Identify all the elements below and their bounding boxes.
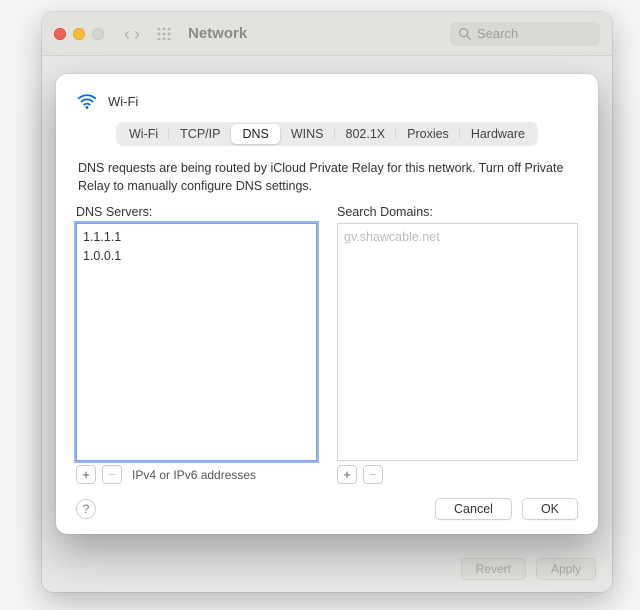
domain-remove-button: − bbox=[363, 465, 383, 484]
nav-arrows: ‹ › bbox=[124, 25, 140, 43]
tab-bar: Wi-FiTCP/IPDNSWINS802.1XProxiesHardware bbox=[76, 122, 578, 146]
tab-8021x[interactable]: 802.1X bbox=[335, 124, 397, 144]
back-button[interactable]: ‹ bbox=[124, 25, 130, 43]
minimize-icon[interactable] bbox=[73, 28, 85, 40]
tab-wins[interactable]: WINS bbox=[280, 124, 335, 144]
dns-remove-button: − bbox=[102, 465, 122, 484]
apps-grid-icon[interactable] bbox=[156, 26, 172, 42]
private-relay-notice: DNS requests are being routed by iCloud … bbox=[78, 160, 576, 195]
window-title: Network bbox=[188, 25, 247, 42]
search-domains-column: Search Domains: gv.shawcable.net + − bbox=[337, 205, 578, 484]
sheet-header: Wi-Fi bbox=[76, 90, 578, 112]
tab-wifi[interactable]: Wi-Fi bbox=[118, 124, 169, 144]
dns-servers-list[interactable]: 1.1.1.11.0.0.1 bbox=[76, 223, 317, 461]
forward-button: › bbox=[134, 25, 140, 43]
search-icon bbox=[458, 27, 471, 40]
search-domain-placeholder: gv.shawcable.net bbox=[344, 228, 571, 247]
close-icon[interactable] bbox=[54, 28, 66, 40]
tab-proxies[interactable]: Proxies bbox=[396, 124, 460, 144]
wifi-icon bbox=[76, 90, 98, 112]
revert-button: Revert bbox=[461, 558, 526, 580]
search-domains-label: Search Domains: bbox=[337, 205, 578, 219]
tab-hardware[interactable]: Hardware bbox=[460, 124, 536, 144]
dns-add-button[interactable]: + bbox=[76, 465, 96, 484]
help-button[interactable]: ? bbox=[76, 499, 96, 519]
dns-servers-column: DNS Servers: 1.1.1.11.0.0.1 + − IPv4 or … bbox=[76, 205, 317, 484]
ok-button[interactable]: OK bbox=[522, 498, 578, 520]
search-domains-list[interactable]: gv.shawcable.net bbox=[337, 223, 578, 461]
network-advanced-sheet: Wi-Fi Wi-FiTCP/IPDNSWINS802.1XProxiesHar… bbox=[56, 74, 598, 534]
cancel-button[interactable]: Cancel bbox=[435, 498, 512, 520]
window-footer: Revert Apply bbox=[461, 558, 596, 580]
apply-button: Apply bbox=[536, 558, 596, 580]
domain-add-button[interactable]: + bbox=[337, 465, 357, 484]
dns-server-entry[interactable]: 1.1.1.1 bbox=[83, 228, 310, 247]
dns-server-entry[interactable]: 1.0.0.1 bbox=[83, 247, 310, 266]
window-controls bbox=[54, 28, 104, 40]
sheet-footer: ? Cancel OK bbox=[76, 498, 578, 520]
search-field[interactable]: Search bbox=[450, 22, 600, 46]
tab-tcpip[interactable]: TCP/IP bbox=[169, 124, 231, 144]
dns-servers-label: DNS Servers: bbox=[76, 205, 317, 219]
search-placeholder: Search bbox=[477, 26, 518, 41]
tab-dns[interactable]: DNS bbox=[231, 124, 279, 144]
maximize-icon bbox=[92, 28, 104, 40]
dns-hint: IPv4 or IPv6 addresses bbox=[132, 468, 256, 482]
window-toolbar: ‹ › Network Search bbox=[42, 12, 612, 56]
sheet-title: Wi-Fi bbox=[108, 94, 138, 109]
